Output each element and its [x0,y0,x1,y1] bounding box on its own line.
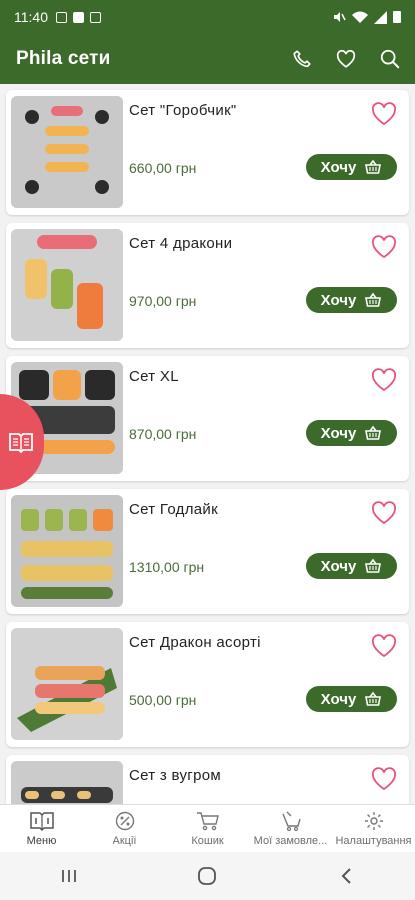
open-book-icon [9,433,33,454]
want-button-label: Хочу [320,158,357,176]
product-price: 870,00 грн [129,426,197,442]
basket-icon [365,691,382,706]
basket-icon [365,159,382,174]
product-name[interactable]: Сет "Горобчик" [129,102,237,119]
product-card[interactable]: Сет XL 870,00 грн Хочу [6,356,409,481]
want-button[interactable]: Хочу [306,420,397,446]
product-image[interactable] [11,229,123,341]
app-bar: Phila сети [0,34,415,84]
product-card[interactable]: Сет з вугром [6,755,409,804]
product-name[interactable]: Сет Дракон асорті [129,634,261,651]
product-image[interactable] [11,495,123,607]
favorite-heart-icon[interactable] [371,767,397,791]
favorite-heart-icon[interactable] [371,235,397,259]
basket-icon [365,292,382,307]
system-navigation-bar [0,852,415,900]
product-name[interactable]: Сет Годлайк [129,501,218,518]
home-icon[interactable] [187,861,227,891]
search-icon[interactable] [379,48,401,70]
nav-label: Мої замовле... [253,835,328,847]
product-card[interactable]: Сет Годлайк 1310,00 грн Хочу [6,489,409,614]
status-icons-right [332,10,401,24]
want-button[interactable]: Хочу [306,686,397,712]
favorite-heart-icon[interactable] [371,102,397,126]
favorite-heart-icon[interactable] [371,501,397,525]
phone-icon[interactable] [291,48,313,70]
orders-icon [278,809,304,833]
product-image[interactable] [11,96,123,208]
nav-label: Меню [26,835,57,847]
nav-label: Кошик [191,835,224,847]
product-image[interactable] [11,628,123,740]
favorite-heart-icon[interactable] [371,368,397,392]
percent-icon [112,809,138,833]
nav-label: Акції [112,835,137,847]
signal-icon [374,10,387,24]
recents-icon[interactable] [49,861,89,891]
product-name[interactable]: Сет з вугром [129,767,221,784]
product-list[interactable]: Сет "Горобчик" 660,00 грн Хочу Сет 4 дра… [0,84,415,804]
product-card[interactable]: Сет 4 дракони 970,00 грн Хочу [6,223,409,348]
nav-item-promotions[interactable]: Акції [83,805,166,852]
wifi-icon [352,11,368,23]
grid-icon [73,11,84,23]
want-button-label: Хочу [320,690,357,708]
app-bar-actions [291,48,401,70]
settings-icon [361,809,387,833]
cart-icon [195,809,221,833]
product-card[interactable]: Сет "Горобчик" 660,00 грн Хочу [6,90,409,215]
status-time: 11:40 [14,9,48,25]
nav-item-orders[interactable]: Мої замовле... [249,805,332,852]
nav-item-menu[interactable]: Меню [0,805,83,852]
nav-label: Налаштування [335,835,412,847]
basket-icon [365,425,382,440]
want-button[interactable]: Хочу [306,287,397,313]
status-icons-left [56,11,101,23]
nav-item-cart[interactable]: Кошик [166,805,249,852]
basket-icon [365,558,382,573]
product-price: 1310,00 грн [129,559,205,575]
gallery-icon [56,11,67,23]
product-name[interactable]: Сет 4 дракони [129,235,232,252]
want-button-label: Хочу [320,291,357,309]
media-icon [90,11,101,23]
product-price: 660,00 грн [129,160,197,176]
status-bar: 11:40 [0,0,415,34]
want-button-label: Хочу [320,557,357,575]
mute-icon [334,12,346,22]
want-button[interactable]: Хочу [306,154,397,180]
product-name[interactable]: Сет XL [129,368,179,385]
heart-icon[interactable] [335,48,357,70]
battery-icon [393,11,401,23]
product-price: 970,00 грн [129,293,197,309]
product-image[interactable] [11,761,123,804]
product-price: 500,00 грн [129,692,197,708]
favorite-heart-icon[interactable] [371,634,397,658]
product-card[interactable]: Сет Дракон асорті 500,00 грн Хочу [6,622,409,747]
want-button-label: Хочу [320,424,357,442]
want-button[interactable]: Хочу [306,553,397,579]
menu-book-icon [29,809,55,833]
bottom-navigation: Меню Акції Кошик Мої замовле... Налаштув… [0,804,415,852]
nav-item-settings[interactable]: Налаштування [332,805,415,852]
back-icon[interactable] [326,861,366,891]
app-title: Phila сети [16,48,111,69]
